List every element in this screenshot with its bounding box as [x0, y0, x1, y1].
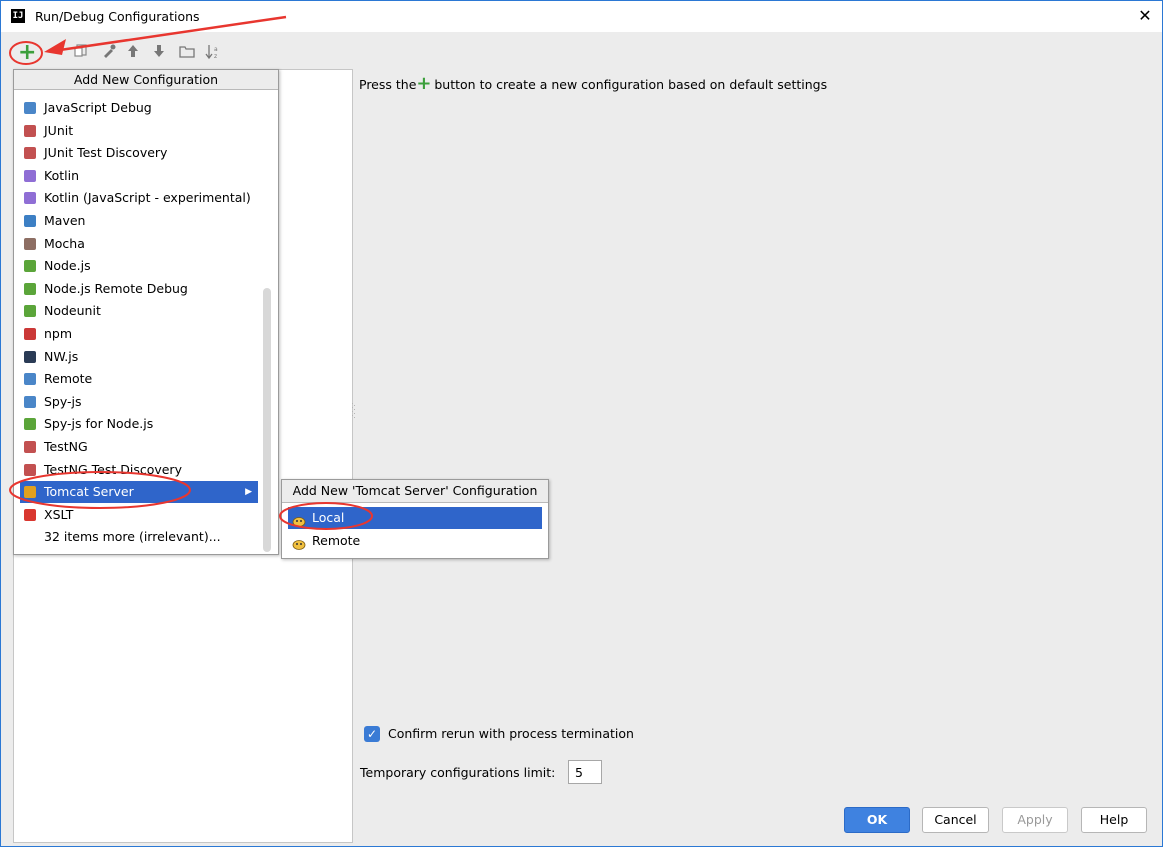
hint-text-before: Press the	[359, 77, 417, 92]
popup-scrollbar[interactable]	[263, 288, 271, 552]
help-button[interactable]: Help	[1081, 807, 1147, 833]
temp-limit-input[interactable]: 5	[568, 760, 602, 784]
popup-item[interactable]: JUnit Test Discovery	[14, 142, 262, 164]
popup-item-label: XSLT	[44, 506, 74, 522]
junit-icon	[24, 124, 36, 137]
submenu-item-label: Remote	[312, 533, 361, 548]
kotlin-icon	[24, 169, 36, 182]
popup-item[interactable]: Spy-js	[14, 391, 262, 413]
submenu-item-label: Local	[312, 510, 345, 525]
popup-item[interactable]: XSLT	[14, 504, 262, 526]
popup-item[interactable]: Tomcat Server ▶	[20, 481, 258, 504]
popup-item[interactable]: npm	[14, 323, 262, 345]
submenu-item-remote[interactable]: Remote	[288, 530, 542, 552]
popup-item[interactable]: Spy-js for Node.js	[14, 413, 262, 435]
cancel-button[interactable]: Cancel	[922, 807, 989, 833]
submenu-header: Add New 'Tomcat Server' Configuration	[282, 480, 548, 503]
temp-limit-label: Temporary configurations limit:	[360, 765, 556, 780]
testng-icon	[24, 441, 36, 453]
popup-item-label: 32 items more (irrelevant)...	[44, 529, 221, 545]
move-up-icon[interactable]	[125, 44, 141, 60]
popup-item-label: TestNG	[44, 439, 88, 454]
popup-item[interactable]: Mocha	[14, 233, 262, 255]
confirm-rerun-label: Confirm rerun with process termination	[388, 726, 634, 741]
junit-test-discovery-icon	[24, 147, 36, 160]
run-debug-configurations-dialog: IJ Run/Debug Configurations ✕ + az Press…	[0, 0, 1163, 847]
javascript-debug-icon	[24, 102, 36, 114]
tomcat-icon	[292, 512, 306, 527]
popup-item-label: Tomcat Server	[44, 484, 134, 500]
splitter-handle[interactable]	[351, 401, 356, 421]
popup-item-label: NW.js	[44, 348, 79, 364]
apply-button[interactable]: Apply	[1002, 807, 1068, 833]
popup-item[interactable]: Node.js	[14, 255, 262, 277]
popup-item-label: JUnit	[44, 122, 74, 138]
testng-test-discovery-icon	[24, 463, 36, 476]
folder-icon[interactable]	[179, 44, 195, 60]
tomcat-server-submenu: Add New 'Tomcat Server' Configuration Lo…	[281, 479, 549, 559]
popup-item-label: Remote	[44, 371, 93, 387]
popup-item[interactable]: JUnit	[14, 120, 262, 142]
close-icon[interactable]: ✕	[1135, 5, 1155, 27]
empty-state-hint: Press the+ button to create a new config…	[359, 73, 828, 94]
npm-icon	[24, 328, 36, 340]
add-new-configuration-popup: Add New Configuration JavaScript Debug JU…	[13, 69, 279, 555]
popup-item-label: JavaScript Debug	[44, 100, 152, 115]
window-title: Run/Debug Configurations	[35, 9, 200, 24]
hint-text-after: button to create a new configuration bas…	[430, 77, 828, 92]
tomcat-icon	[292, 535, 306, 550]
popup-item[interactable]: Remote	[14, 368, 262, 390]
copy-configuration-icon[interactable]	[73, 44, 89, 60]
nwjs-icon	[24, 350, 36, 363]
kotlin-js-icon	[24, 192, 36, 205]
popup-item-label: Mocha	[44, 235, 85, 251]
svg-text:z: z	[214, 53, 217, 60]
ok-button[interactable]: OK	[844, 807, 910, 833]
popup-item-label: Node.js Remote Debug	[44, 280, 188, 296]
intellij-app-icon: IJ	[11, 9, 25, 23]
popup-item[interactable]: Kotlin	[14, 165, 262, 187]
spy-js-icon	[24, 395, 36, 408]
popup-item[interactable]: TestNG	[14, 436, 262, 458]
popup-item[interactable]: Kotlin (JavaScript - experimental)	[14, 187, 262, 209]
popup-item-label: npm	[44, 326, 73, 341]
title-bar: IJ Run/Debug Configurations ✕	[1, 1, 1162, 32]
popup-item-label: TestNG Test Discovery	[44, 461, 182, 477]
popup-item-label: JUnit Test Discovery	[44, 145, 168, 161]
popup-item[interactable]: Nodeunit	[14, 300, 262, 322]
popup-item[interactable]: Maven	[14, 210, 262, 232]
popup-item-label: Spy-js for Node.js	[44, 416, 154, 432]
tomcat-icon	[24, 486, 36, 499]
popup-item-label: Nodeunit	[44, 303, 101, 319]
xslt-icon	[24, 508, 36, 521]
nodeunit-icon	[24, 305, 36, 318]
popup-item[interactable]: Node.js Remote Debug	[14, 278, 262, 300]
move-down-icon[interactable]	[151, 44, 167, 60]
submenu-arrow-icon: ▶	[245, 487, 252, 498]
popup-item-label: Kotlin (JavaScript - experimental)	[44, 190, 251, 206]
nodejs-remote-debug-icon	[24, 282, 36, 295]
popup-item-label: Kotlin	[44, 167, 79, 183]
add-configuration-button[interactable]: +	[18, 42, 36, 64]
popup-item-label: Maven	[44, 213, 86, 228]
edit-defaults-icon[interactable]	[101, 44, 117, 60]
submenu-item-local[interactable]: Local	[288, 507, 542, 529]
spy-js-node-icon	[24, 418, 36, 431]
popup-item[interactable]: 32 items more (irrelevant)...	[14, 526, 262, 548]
maven-icon	[24, 215, 36, 227]
remote-icon	[24, 373, 36, 386]
plus-icon: +	[416, 73, 432, 94]
popup-header: Add New Configuration	[14, 70, 278, 90]
popup-item[interactable]: NW.js	[14, 346, 262, 368]
mocha-icon	[24, 237, 36, 250]
nodejs-icon	[24, 260, 36, 273]
popup-item-label: Spy-js	[44, 393, 82, 409]
svg-text:a: a	[214, 46, 218, 53]
popup-item[interactable]: TestNG Test Discovery	[14, 459, 262, 481]
popup-item[interactable]: JavaScript Debug	[14, 97, 262, 119]
sort-alphabetically-icon[interactable]: az	[205, 44, 221, 60]
popup-item-label: Node.js	[44, 258, 91, 274]
confirm-rerun-checkbox[interactable]: ✓	[364, 726, 380, 742]
